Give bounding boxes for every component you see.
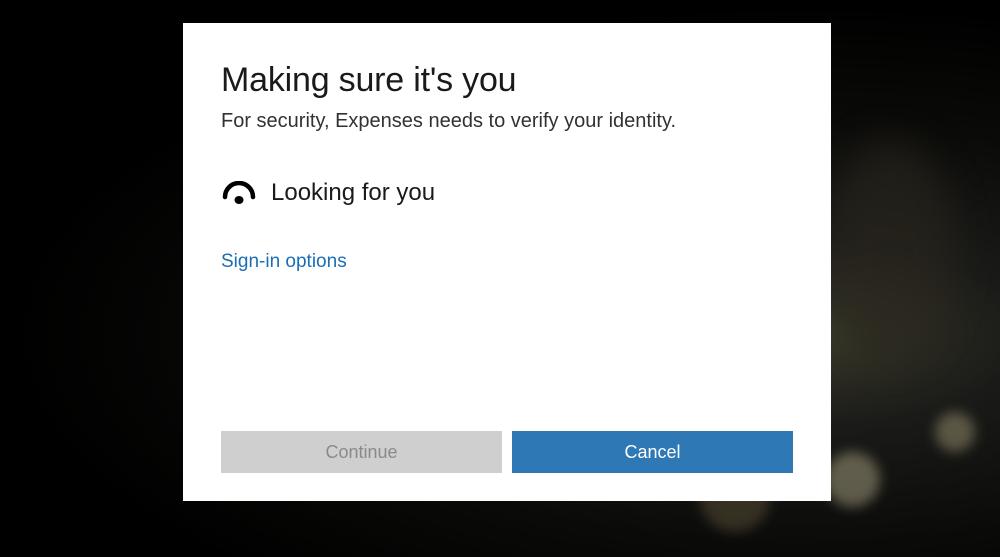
cancel-button[interactable]: Cancel (512, 431, 793, 473)
sign-in-options-link[interactable]: Sign-in options (221, 251, 793, 273)
status-text: Looking for you (271, 179, 435, 207)
dialog-title: Making sure it's you (221, 61, 793, 100)
continue-button: Continue (221, 431, 502, 473)
button-row: Continue Cancel (221, 431, 793, 473)
looking-eye-icon (221, 181, 257, 205)
status-row: Looking for you (221, 179, 793, 207)
dialog-subtitle: For security, Expenses needs to verify y… (221, 110, 793, 133)
identity-verification-dialog: Making sure it's you For security, Expen… (183, 23, 831, 501)
